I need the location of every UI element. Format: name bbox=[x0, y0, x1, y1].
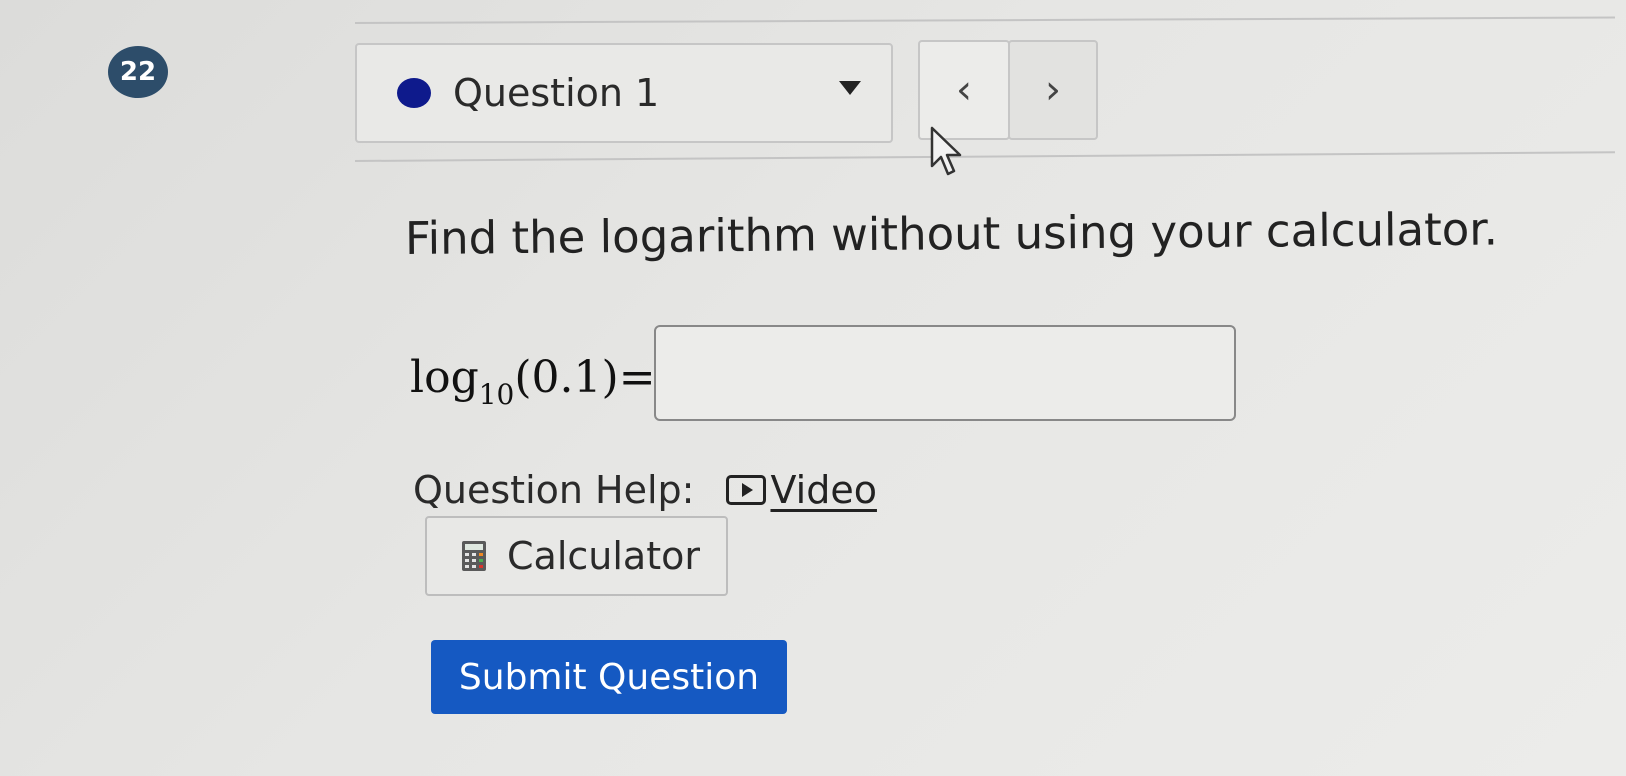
video-play-icon bbox=[726, 475, 767, 505]
nav-bottom-divider bbox=[354, 151, 1615, 162]
previous-question-button[interactable]: ‹ bbox=[918, 40, 1010, 140]
next-question-button[interactable]: › bbox=[1008, 40, 1098, 140]
chevron-right-icon: › bbox=[1045, 67, 1061, 113]
question-prompt: Find the logarithm without using your ca… bbox=[404, 202, 1499, 265]
log-equation: log10(0.1)= bbox=[410, 352, 656, 411]
video-link-label: Video bbox=[770, 468, 877, 512]
calculator-button-label: Calculator bbox=[507, 534, 700, 578]
answer-input[interactable] bbox=[654, 325, 1236, 421]
question-help-label: Question Help: bbox=[413, 468, 695, 512]
nav-top-divider bbox=[354, 16, 1615, 24]
log-base: 10 bbox=[478, 378, 515, 411]
log-argument: (0.1) bbox=[514, 352, 619, 403]
log-function: log bbox=[410, 352, 479, 403]
calculator-button[interactable]: Calculator bbox=[425, 516, 728, 596]
mouse-cursor-icon bbox=[930, 126, 962, 176]
chevron-left-icon: ‹ bbox=[956, 67, 972, 113]
calculator-icon bbox=[462, 541, 486, 571]
submit-question-button[interactable]: Submit Question bbox=[431, 640, 787, 714]
question-help-row: Question Help: Video bbox=[413, 468, 877, 512]
dropdown-caret-icon bbox=[839, 81, 861, 95]
question-number-badge: 22 bbox=[108, 46, 168, 98]
question-select-dropdown[interactable]: Question 1 bbox=[355, 43, 893, 143]
video-help-link[interactable]: Video bbox=[726, 468, 877, 512]
question-select-label: Question 1 bbox=[453, 71, 660, 115]
equals-sign: = bbox=[618, 352, 656, 403]
question-status-dot bbox=[397, 78, 431, 108]
